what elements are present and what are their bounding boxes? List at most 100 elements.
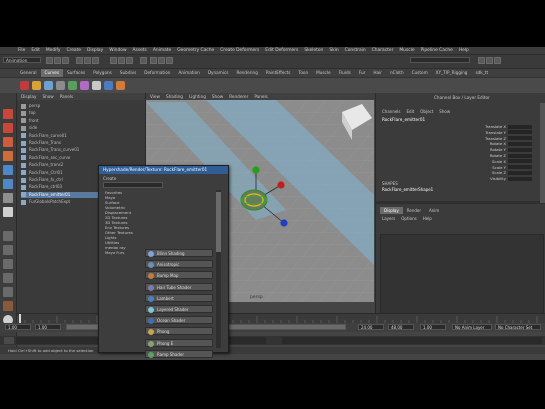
material-node-button[interactable]: Ramp Shader [145, 349, 213, 358]
material-node-button[interactable]: Hair Tube Shader [145, 282, 213, 291]
start-time-field[interactable]: 1.00 [5, 324, 31, 330]
hypershade-title[interactable]: Hypershade/Render/Texture: RockFlare_emi… [99, 166, 228, 174]
shelf-tab[interactable]: XY_TIP_Rigging [432, 69, 472, 77]
playback-start-field[interactable]: 1.00 [35, 324, 61, 330]
shelf-tool-icon[interactable] [44, 81, 53, 90]
layer-menu-item[interactable]: Help [423, 216, 432, 221]
scrollbar-thumb[interactable] [216, 192, 221, 252]
material-node-button[interactable]: Phong E [145, 338, 213, 347]
playback-end-field[interactable]: 24.00 [358, 324, 384, 330]
shelf-tab[interactable]: sdk_tt [471, 69, 492, 77]
shelf-tab[interactable]: Hair [369, 69, 386, 77]
material-node-button[interactable]: Anisotropic [145, 260, 213, 269]
snap-point-icon[interactable] [126, 57, 133, 64]
channel-attribute-value[interactable] [508, 153, 532, 158]
menu-item[interactable]: File [18, 48, 25, 53]
select-tool-icon[interactable] [3, 109, 13, 119]
shelf-tab[interactable]: Rendering [232, 69, 261, 77]
shelf-tab[interactable]: Dynamics [204, 69, 233, 77]
menu-item[interactable]: Edit [31, 48, 40, 53]
layer-tab[interactable]: Anim [425, 207, 443, 214]
channel-attribute-value[interactable] [508, 159, 532, 164]
menu-item[interactable]: Constrain [345, 48, 366, 53]
end-time-field[interactable]: 48.00 [388, 324, 414, 330]
rotate-tool-icon[interactable] [3, 165, 13, 175]
tool-settings-toggle-icon[interactable] [486, 57, 493, 64]
menu-item[interactable]: Create Deformers [220, 48, 259, 53]
shelf-tab[interactable]: Toon [294, 69, 312, 77]
menu-item[interactable]: Help [459, 48, 469, 53]
paint-select-icon[interactable] [3, 137, 13, 147]
mode-selector[interactable]: Animation [3, 57, 41, 63]
viewport-menu-item[interactable]: Show [212, 94, 223, 99]
channel-attribute-value[interactable] [508, 124, 532, 129]
snap-curve-icon[interactable] [118, 57, 125, 64]
select-component-icon[interactable] [92, 57, 99, 64]
outliner-item[interactable]: RockFlare_curve01 [21, 133, 67, 139]
menu-item[interactable]: Animate [153, 48, 171, 53]
viewport-menu-item[interactable]: Lighting [189, 94, 206, 99]
shelf-tool-icon[interactable] [20, 81, 29, 90]
scale-tool-icon[interactable] [3, 179, 13, 189]
channel-attribute-value[interactable] [508, 130, 532, 135]
shelf-tool-icon[interactable] [92, 81, 101, 90]
save-scene-icon[interactable] [62, 57, 69, 64]
render-icon[interactable] [150, 57, 157, 64]
material-node-button[interactable]: Layered Shader [145, 305, 213, 313]
move-tool-icon[interactable] [3, 151, 13, 161]
channel-attribute-value[interactable] [508, 165, 532, 170]
layout-two-icon[interactable] [3, 259, 13, 269]
shelf-tab[interactable]: Curves [40, 69, 64, 77]
material-node-button[interactable]: Bump Map [145, 271, 213, 280]
channel-attribute-value[interactable] [508, 147, 532, 152]
channel-attribute-value[interactable] [508, 141, 532, 146]
viewport-menu-item[interactable]: Panels [254, 94, 267, 99]
outliner-item[interactable]: RockFlare_Trans [21, 140, 61, 146]
shelf-tab[interactable]: Subdivs [116, 69, 140, 77]
ipr-render-icon[interactable] [158, 57, 165, 64]
emitter-object[interactable] [240, 189, 268, 211]
render-settings-icon[interactable] [166, 57, 173, 64]
attribute-editor-toggle-icon[interactable] [478, 57, 485, 64]
layout-four-icon[interactable] [3, 245, 13, 255]
shelf-tab[interactable]: Surfaces [63, 69, 89, 77]
outliner-menu-item[interactable]: Show [42, 94, 53, 99]
lasso-tool-icon[interactable] [3, 123, 13, 133]
channel-attribute-value[interactable] [508, 170, 532, 175]
viewport-menu-item[interactable]: View [150, 94, 160, 99]
channel-box-toggle-icon[interactable] [494, 57, 501, 64]
shelf-tab[interactable]: Animation [174, 69, 203, 77]
viewport-menu-item[interactable]: Shading [166, 94, 183, 99]
scrollbar[interactable] [216, 190, 221, 348]
shelf-tab[interactable]: Custom [408, 69, 432, 77]
shelf-tool-icon[interactable] [116, 81, 125, 90]
last-tool-icon[interactable] [3, 207, 13, 217]
manipulator-icon[interactable] [3, 193, 13, 203]
material-node-button[interactable]: Blinn Shading [145, 249, 213, 257]
menu-item[interactable]: Display [87, 48, 103, 53]
outliner-item[interactable]: RockFlare_fx_ctrl [21, 177, 63, 183]
shelf-tab[interactable]: Fluids [335, 69, 355, 77]
menu-item[interactable]: Create [66, 48, 81, 53]
character-set-menu[interactable]: No Character Set [495, 324, 541, 330]
layer-menu-item[interactable]: Layers [382, 216, 395, 221]
layout-graph-icon[interactable] [3, 287, 13, 297]
shelf-tool-icon[interactable] [32, 81, 41, 90]
select-hierarchy-icon[interactable] [76, 57, 83, 64]
shelf-tab[interactable]: PaintEffects [262, 69, 295, 77]
shelf-tab[interactable]: General [16, 69, 41, 77]
current-time-field[interactable]: 1.00 [420, 324, 446, 330]
menu-item[interactable]: Modify [46, 48, 61, 53]
channel-attribute-value[interactable] [508, 176, 532, 181]
shelf-tab[interactable]: Polygons [89, 69, 116, 77]
outliner-item[interactable]: front [21, 118, 39, 124]
shelf-tool-icon[interactable] [104, 81, 113, 90]
z-axis-handle[interactable] [280, 219, 288, 227]
input-field[interactable] [410, 57, 470, 63]
outliner-menu-item[interactable]: Display [21, 94, 36, 99]
layer-list[interactable] [380, 234, 544, 316]
shelf-tab[interactable]: Deformation [140, 69, 174, 77]
layout-hypershade-icon[interactable] [3, 301, 13, 311]
outliner-item[interactable]: RockFlare_sec_curve [21, 155, 70, 161]
material-node-button[interactable]: Phong [145, 327, 213, 336]
